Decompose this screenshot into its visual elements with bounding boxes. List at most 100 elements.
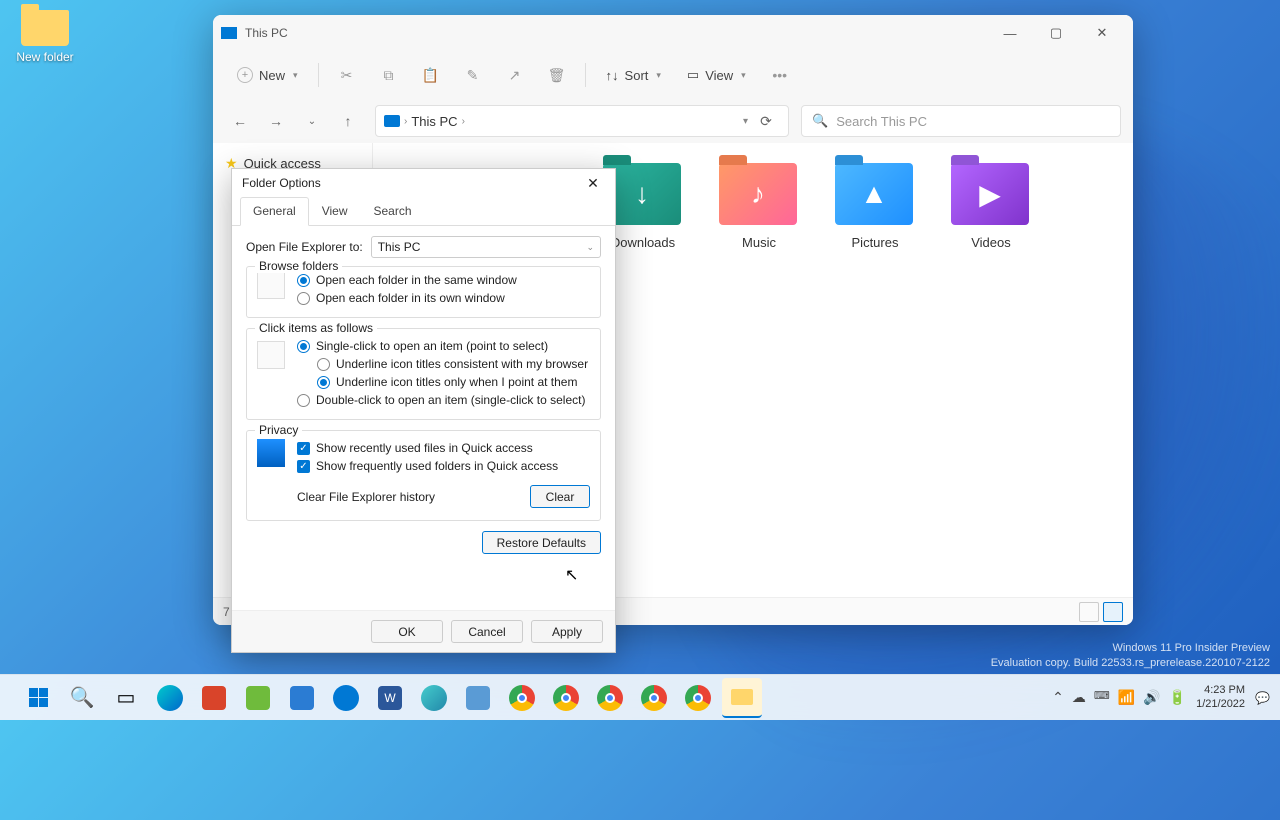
system-tray[interactable]: ⌃ ☁ ⌨ 📶 🔊 🔋 4:23 PM 1/21/2022 💬 (1052, 684, 1270, 710)
clock[interactable]: 4:23 PM 1/21/2022 (1196, 684, 1245, 710)
browse-legend: Browse folders (255, 259, 342, 273)
breadcrumb[interactable]: › This PC › ▾ ⟳ (375, 105, 789, 137)
recent-dropdown[interactable]: ⌄ (297, 106, 327, 136)
desktop-folder-icon[interactable]: New folder (10, 10, 80, 64)
clear-history-label: Clear File Explorer history (297, 490, 435, 504)
search-button[interactable]: 🔍 (62, 678, 102, 718)
restore-defaults-button[interactable]: Restore Defaults (482, 531, 601, 554)
library-folder-music[interactable]: ♪ Music (719, 163, 799, 250)
minimize-button[interactable]: ― (987, 17, 1033, 49)
wifi-icon[interactable]: 📶 (1118, 689, 1135, 706)
rename-button[interactable]: ✎ (455, 57, 491, 93)
view-button[interactable]: ▭ View ▾ (677, 61, 756, 89)
library-folder-videos[interactable]: ▶ Videos (951, 163, 1031, 250)
new-button[interactable]: + New ▾ (227, 61, 308, 89)
breadcrumb-segment[interactable]: This PC (411, 114, 457, 129)
chrome-icon[interactable] (634, 678, 674, 718)
privacy-legend: Privacy (255, 423, 302, 437)
delete-button[interactable]: 🗑 (539, 57, 575, 93)
clear-button[interactable]: Clear (530, 485, 590, 508)
language-icon[interactable]: ⌨ (1094, 689, 1110, 706)
glyph-icon: ↓ (635, 178, 649, 210)
app-icon[interactable] (414, 678, 454, 718)
task-view-button[interactable]: ▭ (106, 678, 146, 718)
up-button[interactable]: ↑ (333, 106, 363, 136)
radio-single-click[interactable] (297, 340, 310, 353)
chevron-down-icon: ⌄ (586, 242, 594, 253)
app-icon[interactable] (194, 678, 234, 718)
radio-same-window[interactable] (297, 274, 310, 287)
folder-label: Music (719, 235, 799, 250)
ok-button[interactable]: OK (371, 620, 443, 643)
glyph-icon: ▶ (979, 178, 1001, 211)
app-icon[interactable] (238, 678, 278, 718)
cursor-icon (257, 341, 285, 369)
chrome-icon[interactable] (502, 678, 542, 718)
glyph-icon: ♪ (751, 178, 765, 210)
dialog-titlebar[interactable]: Folder Options ✕ (232, 169, 615, 197)
check-recent-files[interactable]: ✓ (297, 442, 310, 455)
folder-icon: ▲ (835, 163, 913, 225)
details-view-button[interactable] (1079, 602, 1099, 622)
chrome-icon[interactable] (590, 678, 630, 718)
onedrive-icon[interactable]: ☁ (1072, 689, 1086, 706)
titlebar[interactable]: This PC ― ▢ ✕ (213, 15, 1133, 51)
battery-icon[interactable]: 🔋 (1169, 689, 1186, 706)
chrome-icon[interactable] (678, 678, 718, 718)
close-button[interactable]: ✕ (1079, 17, 1125, 49)
app-icon[interactable] (458, 678, 498, 718)
item-count: 7 (223, 605, 230, 619)
search-icon: 🔍 (812, 113, 828, 129)
apply-button[interactable]: Apply (531, 620, 603, 643)
edge-icon[interactable] (150, 678, 190, 718)
cut-button[interactable]: ✂ (329, 57, 365, 93)
view-icon: ▭ (687, 67, 699, 83)
chevron-down-icon: ▾ (656, 70, 661, 81)
cancel-button[interactable]: Cancel (451, 620, 523, 643)
tab-general[interactable]: General (240, 197, 309, 226)
volume-icon[interactable]: 🔊 (1143, 689, 1160, 706)
radio-double-click[interactable] (297, 394, 310, 407)
chevron-right-icon: › (462, 116, 465, 127)
word-icon[interactable]: W (370, 678, 410, 718)
app-icon[interactable] (282, 678, 322, 718)
folder-label: Videos (951, 235, 1031, 250)
share-button[interactable]: ↗ (497, 57, 533, 93)
radio-underline-browser[interactable] (317, 358, 330, 371)
tab-search[interactable]: Search (361, 197, 425, 225)
radio-own-window[interactable] (297, 292, 310, 305)
notifications-icon[interactable]: 💬 (1255, 691, 1270, 705)
nav-row: ← → ⌄ ↑ › This PC › ▾ ⟳ 🔍 Search This PC (213, 99, 1133, 143)
sort-icon: ↑↓ (606, 68, 619, 83)
folder-icon (21, 10, 69, 46)
icons-view-button[interactable] (1103, 602, 1123, 622)
open-explorer-label: Open File Explorer to: (246, 240, 363, 254)
sort-button[interactable]: ↑↓ Sort ▾ (596, 62, 671, 89)
close-icon[interactable]: ✕ (581, 175, 605, 192)
start-button[interactable] (18, 678, 58, 718)
open-explorer-combo[interactable]: This PC ⌄ (371, 236, 601, 258)
forward-button[interactable]: → (261, 106, 291, 136)
back-button[interactable]: ← (225, 106, 255, 136)
library-folder-pictures[interactable]: ▲Pictures (835, 163, 915, 250)
tab-view[interactable]: View (309, 197, 361, 225)
paste-button[interactable]: 📋 (413, 57, 449, 93)
chrome-icon[interactable] (546, 678, 586, 718)
radio-underline-point[interactable] (317, 376, 330, 389)
maximize-button[interactable]: ▢ (1033, 17, 1079, 49)
more-button[interactable]: ••• (762, 57, 798, 93)
chevron-right-icon: › (404, 116, 407, 127)
breadcrumb-dropdown[interactable]: ▾ (743, 116, 748, 127)
app-icon[interactable] (326, 678, 366, 718)
refresh-button[interactable]: ⟳ (752, 113, 780, 130)
search-input[interactable]: 🔍 Search This PC (801, 105, 1121, 137)
divider (585, 63, 586, 87)
glyph-icon: ▲ (860, 178, 888, 210)
tray-chevron-icon[interactable]: ⌃ (1052, 689, 1064, 706)
dialog-title: Folder Options (242, 176, 321, 190)
explorer-taskbar-icon[interactable] (722, 678, 762, 718)
desktop-folder-label: New folder (16, 50, 73, 64)
copy-button[interactable]: ⧉ (371, 57, 407, 93)
click-legend: Click items as follows (255, 321, 377, 335)
check-frequent-folders[interactable]: ✓ (297, 460, 310, 473)
